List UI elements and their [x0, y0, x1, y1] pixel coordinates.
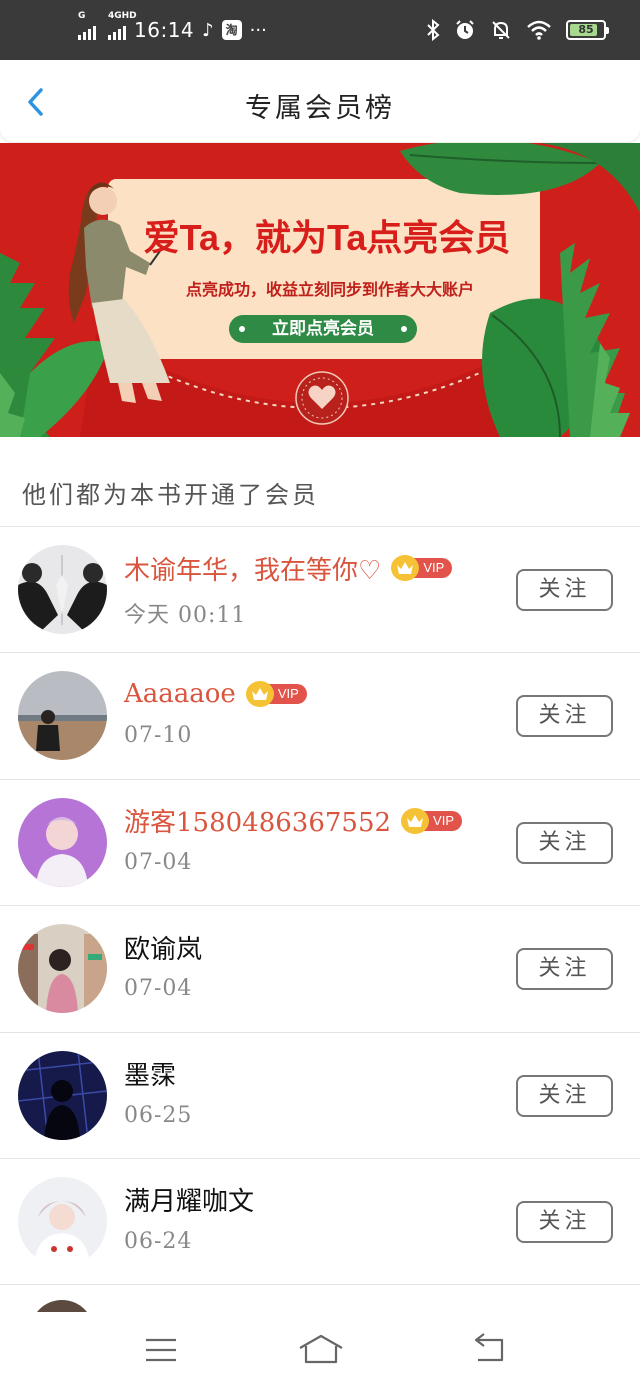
avatar[interactable] — [18, 1050, 107, 1140]
member-row[interactable]: 木谕年华，我在等你♡ VIP 今天 00:11 关注 — [0, 527, 640, 654]
name-line: 游客1580486367552 VIP — [124, 802, 463, 839]
status-right: 85 — [426, 14, 609, 46]
name-line: 墨霂 — [124, 1057, 176, 1091]
banner-headline: 爱Ta，就为Ta点亮会员 — [143, 217, 511, 258]
member-name[interactable]: 木谕年华，我在等你♡ — [124, 550, 381, 587]
member-name[interactable]: 墨霂 — [124, 1055, 176, 1092]
status-bar: G 4GHD 16:14 ♪ 淘 ··· 85 — [0, 0, 640, 60]
member-row[interactable]: 游客1580486367552 VIP 07-04 关注 — [0, 780, 640, 907]
member-name[interactable]: 游客1580486367552 — [124, 802, 391, 839]
name-line: 木谕年华，我在等你♡ VIP — [124, 550, 453, 587]
more-icon: ··· — [249, 19, 267, 41]
follow-button[interactable]: 关注 — [516, 695, 613, 738]
member-row[interactable]: Aaaaaoe VIP 07-10 关注 — [0, 653, 640, 780]
wifi-icon — [527, 20, 551, 40]
status-left: G 4GHD 16:14 ♪ 淘 ··· — [78, 12, 267, 46]
promo-banner[interactable]: 爱Ta，就为Ta点亮会员 点亮成功，收益立刻同步到作者大大账户 立即点亮会员 — [0, 143, 640, 437]
vip-badge: VIP — [391, 555, 453, 581]
app-header: 专属会员榜 — [0, 60, 640, 142]
clock: 16:14 — [134, 18, 195, 42]
member-date: 06-25 — [124, 1102, 193, 1128]
back-arrow-icon — [474, 1333, 504, 1362]
member-row[interactable]: 墨霂 06-25 关注 — [0, 1033, 640, 1159]
name-line: Aaaaaoe VIP — [124, 677, 307, 711]
member-name[interactable]: 满月耀咖文 — [124, 1181, 254, 1218]
follow-button[interactable]: 关注 — [516, 569, 613, 611]
mute-bell-icon — [492, 21, 510, 39]
signal-4g-icon: 4GHD — [108, 12, 137, 40]
member-name[interactable]: Aaaaaoe — [124, 679, 236, 709]
banner-subtitle: 点亮成功，收益立刻同步到作者大大账户 — [185, 282, 474, 299]
follow-button[interactable]: 关注 — [516, 821, 613, 864]
avatar[interactable] — [18, 1176, 107, 1266]
member-date: 06-24 — [124, 1228, 193, 1254]
name-line: 满月耀咖文 — [124, 1183, 254, 1217]
menu-button[interactable] — [136, 1332, 186, 1368]
system-nav-bar — [0, 1312, 640, 1387]
follow-button[interactable]: 关注 — [516, 1200, 613, 1243]
signal-icon: G — [78, 12, 96, 40]
avatar[interactable] — [18, 924, 107, 1014]
vip-badge: VIP — [245, 681, 307, 708]
tiktok-icon: ♪ — [202, 19, 214, 41]
crown-icon — [401, 807, 430, 834]
alarm-icon — [456, 20, 474, 39]
home-button[interactable] — [296, 1332, 346, 1368]
member-date: 07-04 — [124, 976, 193, 1002]
vip-badge: VIP — [401, 807, 463, 834]
section-title: 他们都为本书开通了会员 — [22, 481, 319, 509]
member-row[interactable]: 欧谕岚 07-04 关注 — [0, 906, 640, 1033]
back-nav-button[interactable] — [464, 1332, 514, 1368]
page-title: 专属会员榜 — [245, 93, 395, 124]
member-name[interactable]: 欧谕岚 — [124, 929, 202, 966]
member-date: 07-10 — [124, 723, 193, 749]
follow-button[interactable]: 关注 — [516, 1074, 613, 1117]
light-up-vip-button[interactable]: 立即点亮会员 — [229, 315, 417, 343]
name-line: 欧谕岚 — [124, 929, 202, 966]
member-date: 今天 00:11 — [124, 603, 247, 628]
home-icon — [299, 1334, 343, 1364]
menu-icon — [146, 1338, 176, 1362]
member-list: 木谕年华，我在等你♡ VIP 今天 00:11 关注 Aaaaaoe VIP 0… — [0, 527, 640, 1286]
taobao-icon: 淘 — [221, 20, 242, 40]
member-date: 07-04 — [124, 849, 193, 875]
member-row[interactable]: 满月耀咖文 06-24 关注 — [0, 1159, 640, 1286]
follow-button[interactable]: 关注 — [516, 948, 613, 991]
battery-icon: 85 — [566, 20, 609, 40]
bluetooth-icon — [427, 19, 440, 41]
avatar[interactable] — [18, 545, 107, 634]
avatar[interactable] — [18, 671, 107, 761]
battery-level: 85 — [578, 23, 594, 36]
avatar[interactable] — [18, 797, 107, 887]
